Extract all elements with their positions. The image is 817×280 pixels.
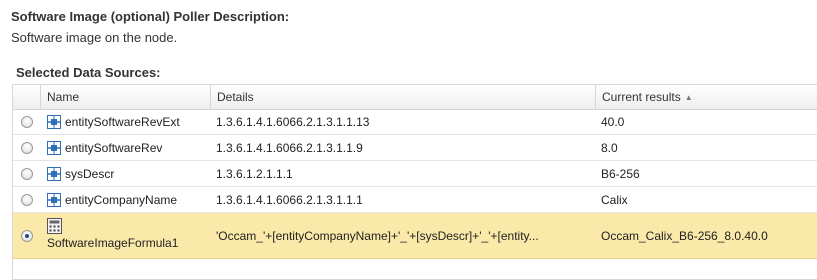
row-radio[interactable] [20, 167, 33, 180]
grid-header: Name Details Current results ▲ [13, 85, 817, 110]
table-row-selected[interactable]: SoftwareImageFormula1 'Occam_'+[entityCo… [13, 213, 817, 259]
table-row[interactable]: entitySoftwareRev 1.3.6.1.4.1.6066.2.1.3… [13, 135, 817, 161]
row-details: 1.3.6.1.2.1.1.1 [216, 166, 293, 181]
oid-poller-icon [47, 192, 61, 207]
row-name: SoftwareImageFormula1 [47, 235, 179, 250]
row-radio[interactable] [20, 115, 33, 128]
row-radio[interactable] [20, 141, 33, 154]
row-details: 1.3.6.1.4.1.6066.2.1.3.1.1.9 [216, 140, 363, 155]
header-select-column [13, 85, 40, 109]
table-row[interactable]: sysDescr 1.3.6.1.2.1.1.1 B6-256 [13, 161, 817, 187]
header-details-label: Details [217, 90, 254, 104]
header-name-label: Name [47, 90, 80, 104]
row-name: entitySoftwareRev [65, 140, 163, 155]
poller-heading: Software Image (optional) Poller Descrip… [11, 9, 290, 24]
data-sources-grid: Name Details Current results ▲ entitySoft… [12, 84, 817, 280]
poller-description: Software image on the node. [11, 30, 178, 45]
oid-poller-icon [47, 140, 61, 155]
calculator-icon [47, 217, 62, 234]
oid-poller-icon [47, 166, 61, 181]
selected-data-sources-label: Selected Data Sources: [16, 65, 161, 80]
row-name: sysDescr [65, 166, 115, 181]
row-details: 1.3.6.1.4.1.6066.2.1.3.1.1.1 [216, 192, 363, 207]
header-current-results-label: Current results [602, 90, 681, 104]
row-result: B6-256 [601, 166, 640, 181]
sort-ascending-icon: ▲ [684, 93, 693, 102]
row-name: entityCompanyName [65, 192, 178, 207]
row-details: 'Occam_'+[entityCompanyName]+'_'+[sysDes… [216, 228, 539, 243]
row-result: Occam_Calix_B6-256_8.0.40.0 [601, 228, 768, 243]
oid-poller-icon [47, 114, 61, 129]
header-current-results[interactable]: Current results ▲ [595, 85, 817, 109]
row-radio[interactable] [20, 193, 33, 206]
header-name[interactable]: Name [40, 85, 210, 109]
row-result: 40.0 [601, 114, 625, 129]
header-details[interactable]: Details [210, 85, 595, 109]
row-details: 1.3.6.1.4.1.6066.2.1.3.1.1.13 [216, 114, 370, 129]
table-row[interactable]: entityCompanyName 1.3.6.1.4.1.6066.2.1.3… [13, 187, 817, 213]
row-result: 8.0 [601, 140, 618, 155]
row-result: Calix [601, 192, 628, 207]
row-name: entitySoftwareRevExt [65, 114, 180, 129]
table-row[interactable]: entitySoftwareRevExt 1.3.6.1.4.1.6066.2.… [13, 109, 817, 135]
row-radio[interactable] [20, 229, 33, 242]
